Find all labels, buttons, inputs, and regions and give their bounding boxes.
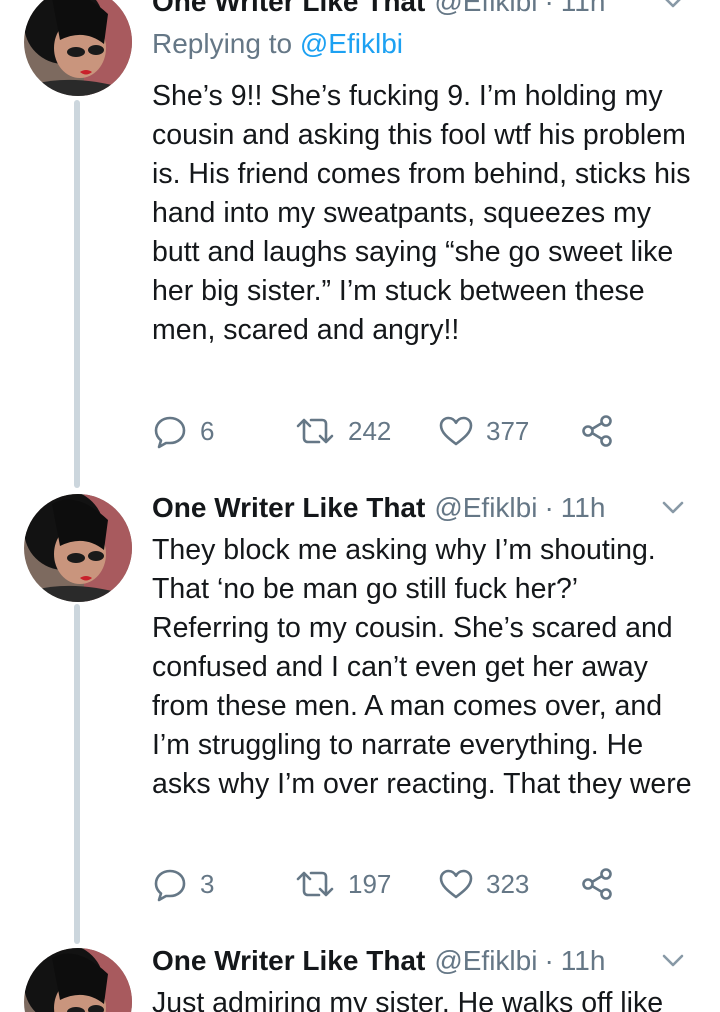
retweet-count: 197 [348, 868, 392, 899]
avatar[interactable] [24, 494, 132, 602]
tweet-text: Just admiring my sister. He walks off li… [152, 987, 664, 1012]
retweet-button[interactable]: 242 [294, 411, 391, 451]
tweet-header: One Writer Like That @Efiklbi · 11h [152, 0, 700, 22]
separator: · [544, 0, 554, 17]
reply-icon [154, 869, 186, 902]
chevron-down-icon[interactable] [660, 951, 686, 971]
tweet-actions: 6 242 377 [152, 411, 632, 451]
author-handle[interactable]: @Efiklbi [434, 945, 537, 977]
share-button[interactable] [580, 411, 614, 451]
tweet-text: They block me asking why I’m shouting. T… [152, 534, 692, 800]
share-button[interactable] [580, 864, 614, 904]
author-handle[interactable]: @Efiklbi [434, 492, 537, 524]
avatar[interactable] [24, 0, 132, 96]
like-count: 323 [486, 868, 530, 899]
retweet-icon [296, 418, 334, 444]
retweet-button[interactable]: 197 [294, 864, 391, 904]
reply-button[interactable]: 3 [152, 864, 214, 904]
reply-count: 3 [200, 868, 215, 899]
author-handle[interactable]: @Efiklbi [434, 0, 537, 18]
like-button[interactable]: 323 [438, 864, 529, 904]
like-button[interactable]: 377 [438, 411, 529, 451]
timestamp[interactable]: 11h [561, 0, 606, 18]
reply-icon [154, 416, 186, 449]
replying-to: Replying to @Efiklbi [152, 28, 403, 60]
share-icon [582, 868, 612, 900]
timestamp[interactable]: 11h [561, 492, 606, 524]
thread-line [74, 100, 80, 488]
replying-label: Replying to [152, 28, 293, 59]
author-name[interactable]: One Writer Like That [152, 492, 425, 524]
reply-count: 6 [200, 415, 215, 446]
tweet-header: One Writer Like That @Efiklbi · 11h [152, 488, 700, 528]
author-name[interactable]: One Writer Like That [152, 0, 425, 18]
reply-button[interactable]: 6 [152, 411, 214, 451]
heart-icon [439, 869, 473, 899]
separator: · [544, 492, 554, 523]
separator: · [544, 945, 554, 976]
chevron-down-icon[interactable] [660, 0, 686, 12]
avatar[interactable] [24, 948, 132, 1012]
tweet-header: One Writer Like That @Efiklbi · 11h [152, 941, 700, 981]
retweet-count: 242 [348, 415, 392, 446]
heart-icon [439, 416, 473, 446]
author-name[interactable]: One Writer Like That [152, 945, 425, 977]
like-count: 377 [486, 415, 530, 446]
timestamp[interactable]: 11h [561, 945, 606, 977]
thread-line [74, 604, 80, 944]
chevron-down-icon[interactable] [660, 498, 686, 518]
share-icon [582, 415, 612, 447]
tweet-actions: 3 197 323 [152, 864, 632, 904]
tweet-text: She’s 9!! She’s fucking 9. I’m holding m… [152, 80, 691, 346]
replying-handle-link[interactable]: @Efiklbi [300, 28, 403, 59]
retweet-icon [296, 871, 334, 897]
